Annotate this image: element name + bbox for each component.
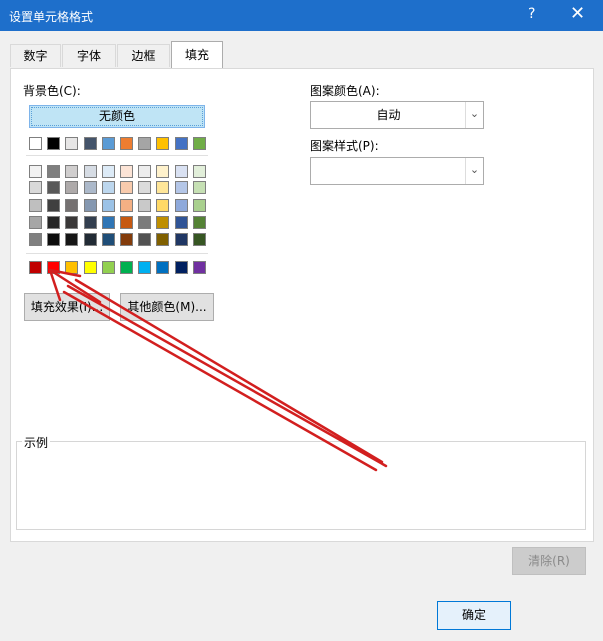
shade-color-swatch[interactable]	[84, 181, 97, 194]
shade-color-swatch[interactable]	[65, 165, 78, 178]
shade-color-swatch[interactable]	[175, 216, 188, 229]
standard-color-swatch[interactable]	[29, 261, 42, 274]
clear-button[interactable]: 清除(R)	[512, 547, 586, 575]
shade-color-swatch[interactable]	[156, 199, 169, 212]
shade-color-swatch[interactable]	[29, 233, 42, 246]
shade-color-swatch[interactable]	[47, 199, 60, 212]
sample-label: 示例	[22, 434, 51, 451]
shade-color-swatch[interactable]	[29, 181, 42, 194]
shade-color-swatch[interactable]	[175, 233, 188, 246]
theme-color-swatch[interactable]	[47, 137, 60, 150]
shade-color-swatch[interactable]	[120, 233, 133, 246]
standard-color-swatch[interactable]	[138, 261, 151, 274]
shade-color-swatch[interactable]	[138, 165, 151, 178]
standard-color-swatch[interactable]	[84, 261, 97, 274]
background-color-label: 背景色(C):	[23, 84, 81, 98]
chevron-down-icon[interactable]: ⌄	[465, 158, 483, 184]
help-icon[interactable]: ?	[528, 6, 535, 22]
shade-color-swatch[interactable]	[47, 233, 60, 246]
fill-effects-button[interactable]: 填充效果(I)...	[24, 293, 110, 321]
shade-color-swatch[interactable]	[102, 216, 115, 229]
window-title: 设置单元格格式	[9, 10, 94, 24]
shade-color-swatch[interactable]	[193, 199, 206, 212]
standard-color-swatch[interactable]	[120, 261, 133, 274]
palette-divider	[26, 253, 208, 254]
pattern-color-select[interactable]: 自动 ⌄	[310, 101, 484, 129]
shade-color-swatch[interactable]	[156, 165, 169, 178]
shade-color-swatch[interactable]	[193, 216, 206, 229]
shade-color-swatch[interactable]	[175, 199, 188, 212]
close-icon[interactable]: ✕	[570, 3, 585, 24]
palette-divider	[26, 155, 208, 156]
shade-color-swatch[interactable]	[120, 216, 133, 229]
more-colors-button[interactable]: 其他颜色(M)...	[120, 293, 214, 321]
shade-color-swatch[interactable]	[138, 199, 151, 212]
pattern-color-label: 图案颜色(A):	[310, 84, 380, 98]
shade-color-swatch[interactable]	[175, 165, 188, 178]
shade-color-swatch[interactable]	[47, 181, 60, 194]
pattern-style-value	[311, 158, 466, 184]
shade-color-swatch[interactable]	[29, 165, 42, 178]
standard-color-swatch[interactable]	[102, 261, 115, 274]
shade-color-swatch[interactable]	[84, 199, 97, 212]
shade-color-swatch[interactable]	[138, 216, 151, 229]
shade-color-swatch[interactable]	[47, 165, 60, 178]
tab-number[interactable]: 数字	[10, 44, 61, 67]
theme-color-swatch[interactable]	[29, 137, 42, 150]
theme-color-swatch[interactable]	[175, 137, 188, 150]
tab-border[interactable]: 边框	[117, 44, 170, 67]
shade-color-swatch[interactable]	[120, 199, 133, 212]
shade-color-swatch[interactable]	[138, 233, 151, 246]
shade-color-swatch[interactable]	[120, 181, 133, 194]
shade-color-swatch[interactable]	[65, 199, 78, 212]
shade-color-swatch[interactable]	[84, 165, 97, 178]
shade-color-swatch[interactable]	[102, 181, 115, 194]
standard-color-swatch[interactable]	[193, 261, 206, 274]
shade-color-swatch[interactable]	[84, 233, 97, 246]
shade-color-swatch[interactable]	[120, 165, 133, 178]
shade-color-swatch[interactable]	[156, 181, 169, 194]
shade-color-swatch[interactable]	[175, 181, 188, 194]
theme-color-swatch[interactable]	[84, 137, 97, 150]
title-bar: 设置单元格格式 ? ✕	[0, 0, 603, 31]
shade-color-swatch[interactable]	[193, 181, 206, 194]
standard-color-swatch[interactable]	[175, 261, 188, 274]
theme-color-swatch[interactable]	[120, 137, 133, 150]
shade-color-swatch[interactable]	[193, 165, 206, 178]
theme-color-swatch[interactable]	[102, 137, 115, 150]
pattern-color-value: 自动	[376, 108, 401, 122]
shade-color-swatch[interactable]	[47, 216, 60, 229]
shade-color-swatch[interactable]	[65, 181, 78, 194]
theme-color-swatch[interactable]	[65, 137, 78, 150]
shade-color-swatch[interactable]	[138, 181, 151, 194]
pattern-style-label: 图案样式(P):	[310, 139, 379, 153]
shade-color-swatch[interactable]	[29, 199, 42, 212]
shade-color-swatch[interactable]	[102, 165, 115, 178]
shade-color-swatch[interactable]	[156, 216, 169, 229]
shade-color-swatch[interactable]	[65, 216, 78, 229]
shade-color-swatch[interactable]	[156, 233, 169, 246]
no-color-button[interactable]: 无颜色	[29, 105, 205, 128]
shade-color-swatch[interactable]	[102, 199, 115, 212]
standard-color-swatch[interactable]	[156, 261, 169, 274]
shade-color-swatch[interactable]	[193, 233, 206, 246]
pattern-style-select[interactable]: ⌄	[310, 157, 484, 185]
chevron-down-icon[interactable]: ⌄	[465, 102, 483, 128]
standard-color-swatch[interactable]	[65, 261, 78, 274]
theme-color-swatch[interactable]	[193, 137, 206, 150]
standard-color-swatch[interactable]	[47, 261, 60, 274]
shade-color-swatch[interactable]	[65, 233, 78, 246]
shade-color-swatch[interactable]	[102, 233, 115, 246]
tab-fill[interactable]: 填充	[171, 41, 223, 68]
tab-font[interactable]: 字体	[62, 44, 116, 67]
sample-box	[16, 441, 586, 530]
ok-button[interactable]: 确定	[437, 601, 511, 630]
theme-color-swatch[interactable]	[138, 137, 151, 150]
shade-color-swatch[interactable]	[29, 216, 42, 229]
theme-color-swatch[interactable]	[156, 137, 169, 150]
shade-color-swatch[interactable]	[84, 216, 97, 229]
